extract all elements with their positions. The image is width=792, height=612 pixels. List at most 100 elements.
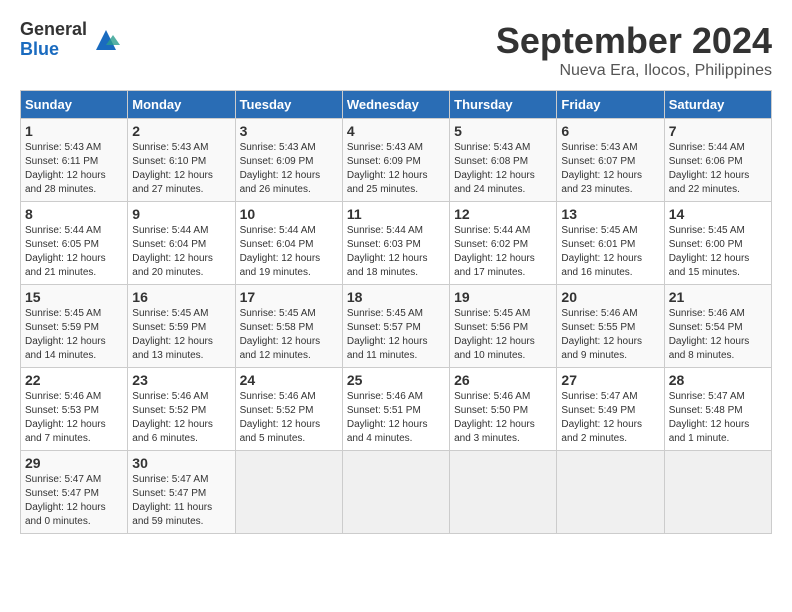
day-info: Sunrise: 5:44 AMSunset: 6:05 PMDaylight:… [25,225,106,278]
calendar-cell [235,451,342,534]
day-number: 8 [25,206,123,222]
day-number: 13 [561,206,659,222]
calendar-cell: 11 Sunrise: 5:44 AMSunset: 6:03 PMDaylig… [342,202,449,285]
calendar-cell: 6 Sunrise: 5:43 AMSunset: 6:07 PMDayligh… [557,119,664,202]
day-number: 5 [454,123,552,139]
day-info: Sunrise: 5:43 AMSunset: 6:09 PMDaylight:… [240,142,321,195]
day-number: 9 [132,206,230,222]
day-number: 3 [240,123,338,139]
logo-general: General [20,20,87,40]
calendar-cell: 23 Sunrise: 5:46 AMSunset: 5:52 PMDaylig… [128,368,235,451]
day-number: 19 [454,289,552,305]
calendar-cell: 5 Sunrise: 5:43 AMSunset: 6:08 PMDayligh… [450,119,557,202]
calendar-cell: 16 Sunrise: 5:45 AMSunset: 5:59 PMDaylig… [128,285,235,368]
day-info: Sunrise: 5:45 AMSunset: 5:58 PMDaylight:… [240,308,321,361]
header: General Blue September 2024 Nueva Era, I… [20,20,772,80]
day-number: 2 [132,123,230,139]
calendar-cell: 25 Sunrise: 5:46 AMSunset: 5:51 PMDaylig… [342,368,449,451]
main-title: September 2024 [496,20,772,62]
calendar-cell: 4 Sunrise: 5:43 AMSunset: 6:09 PMDayligh… [342,119,449,202]
calendar-cell: 20 Sunrise: 5:46 AMSunset: 5:55 PMDaylig… [557,285,664,368]
day-info: Sunrise: 5:47 AMSunset: 5:47 PMDaylight:… [132,474,212,527]
col-saturday: Saturday [664,91,771,119]
calendar-cell: 17 Sunrise: 5:45 AMSunset: 5:58 PMDaylig… [235,285,342,368]
calendar-cell [450,451,557,534]
calendar-cell [342,451,449,534]
day-info: Sunrise: 5:43 AMSunset: 6:11 PMDaylight:… [25,142,106,195]
header-row: Sunday Monday Tuesday Wednesday Thursday… [21,91,772,119]
calendar-cell: 28 Sunrise: 5:47 AMSunset: 5:48 PMDaylig… [664,368,771,451]
day-number: 23 [132,372,230,388]
calendar-week-5: 29 Sunrise: 5:47 AMSunset: 5:47 PMDaylig… [21,451,772,534]
day-info: Sunrise: 5:45 AMSunset: 5:59 PMDaylight:… [25,308,106,361]
day-info: Sunrise: 5:43 AMSunset: 6:08 PMDaylight:… [454,142,535,195]
day-number: 12 [454,206,552,222]
day-number: 11 [347,206,445,222]
day-info: Sunrise: 5:43 AMSunset: 6:09 PMDaylight:… [347,142,428,195]
day-number: 24 [240,372,338,388]
day-number: 20 [561,289,659,305]
day-info: Sunrise: 5:43 AMSunset: 6:07 PMDaylight:… [561,142,642,195]
day-number: 4 [347,123,445,139]
calendar-cell: 22 Sunrise: 5:46 AMSunset: 5:53 PMDaylig… [21,368,128,451]
day-info: Sunrise: 5:46 AMSunset: 5:54 PMDaylight:… [669,308,750,361]
calendar-cell: 7 Sunrise: 5:44 AMSunset: 6:06 PMDayligh… [664,119,771,202]
calendar-cell: 8 Sunrise: 5:44 AMSunset: 6:05 PMDayligh… [21,202,128,285]
day-number: 1 [25,123,123,139]
logo-blue: Blue [20,40,87,60]
day-number: 17 [240,289,338,305]
day-info: Sunrise: 5:44 AMSunset: 6:04 PMDaylight:… [132,225,213,278]
day-number: 30 [132,455,230,471]
subtitle: Nueva Era, Ilocos, Philippines [496,62,772,80]
day-number: 21 [669,289,767,305]
calendar-week-4: 22 Sunrise: 5:46 AMSunset: 5:53 PMDaylig… [21,368,772,451]
calendar-cell: 2 Sunrise: 5:43 AMSunset: 6:10 PMDayligh… [128,119,235,202]
calendar-cell: 26 Sunrise: 5:46 AMSunset: 5:50 PMDaylig… [450,368,557,451]
day-number: 7 [669,123,767,139]
day-info: Sunrise: 5:45 AMSunset: 5:59 PMDaylight:… [132,308,213,361]
calendar-cell: 9 Sunrise: 5:44 AMSunset: 6:04 PMDayligh… [128,202,235,285]
day-info: Sunrise: 5:47 AMSunset: 5:47 PMDaylight:… [25,474,106,527]
calendar-week-2: 8 Sunrise: 5:44 AMSunset: 6:05 PMDayligh… [21,202,772,285]
day-info: Sunrise: 5:44 AMSunset: 6:06 PMDaylight:… [669,142,750,195]
day-info: Sunrise: 5:43 AMSunset: 6:10 PMDaylight:… [132,142,213,195]
col-tuesday: Tuesday [235,91,342,119]
day-info: Sunrise: 5:46 AMSunset: 5:52 PMDaylight:… [240,391,321,444]
calendar-cell: 19 Sunrise: 5:45 AMSunset: 5:56 PMDaylig… [450,285,557,368]
calendar-table: Sunday Monday Tuesday Wednesday Thursday… [20,90,772,534]
calendar-week-3: 15 Sunrise: 5:45 AMSunset: 5:59 PMDaylig… [21,285,772,368]
col-wednesday: Wednesday [342,91,449,119]
day-info: Sunrise: 5:45 AMSunset: 6:01 PMDaylight:… [561,225,642,278]
calendar-cell: 24 Sunrise: 5:46 AMSunset: 5:52 PMDaylig… [235,368,342,451]
calendar-cell [557,451,664,534]
day-info: Sunrise: 5:45 AMSunset: 5:57 PMDaylight:… [347,308,428,361]
calendar-cell: 12 Sunrise: 5:44 AMSunset: 6:02 PMDaylig… [450,202,557,285]
calendar-cell: 21 Sunrise: 5:46 AMSunset: 5:54 PMDaylig… [664,285,771,368]
calendar-cell: 29 Sunrise: 5:47 AMSunset: 5:47 PMDaylig… [21,451,128,534]
day-info: Sunrise: 5:44 AMSunset: 6:04 PMDaylight:… [240,225,321,278]
day-number: 25 [347,372,445,388]
day-number: 26 [454,372,552,388]
day-info: Sunrise: 5:45 AMSunset: 5:56 PMDaylight:… [454,308,535,361]
day-number: 10 [240,206,338,222]
day-number: 29 [25,455,123,471]
calendar-cell: 1 Sunrise: 5:43 AMSunset: 6:11 PMDayligh… [21,119,128,202]
day-info: Sunrise: 5:44 AMSunset: 6:02 PMDaylight:… [454,225,535,278]
calendar-cell: 10 Sunrise: 5:44 AMSunset: 6:04 PMDaylig… [235,202,342,285]
day-number: 27 [561,372,659,388]
day-number: 28 [669,372,767,388]
col-friday: Friday [557,91,664,119]
day-number: 6 [561,123,659,139]
day-info: Sunrise: 5:46 AMSunset: 5:51 PMDaylight:… [347,391,428,444]
calendar-cell: 15 Sunrise: 5:45 AMSunset: 5:59 PMDaylig… [21,285,128,368]
day-info: Sunrise: 5:46 AMSunset: 5:55 PMDaylight:… [561,308,642,361]
calendar-cell: 14 Sunrise: 5:45 AMSunset: 6:00 PMDaylig… [664,202,771,285]
title-section: September 2024 Nueva Era, Ilocos, Philip… [496,20,772,80]
day-number: 22 [25,372,123,388]
day-info: Sunrise: 5:45 AMSunset: 6:00 PMDaylight:… [669,225,750,278]
logo: General Blue [20,20,121,60]
day-info: Sunrise: 5:46 AMSunset: 5:53 PMDaylight:… [25,391,106,444]
col-monday: Monday [128,91,235,119]
day-number: 16 [132,289,230,305]
calendar-week-1: 1 Sunrise: 5:43 AMSunset: 6:11 PMDayligh… [21,119,772,202]
